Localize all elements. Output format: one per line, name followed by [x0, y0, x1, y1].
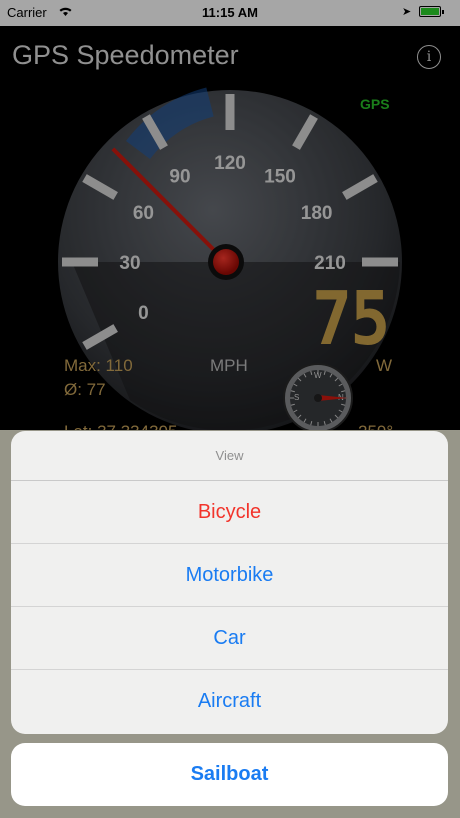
action-sheet: View Bicycle Motorbike Car Aircraft: [11, 431, 448, 734]
option-bicycle[interactable]: Bicycle: [11, 481, 448, 544]
option-sailboat-button[interactable]: Sailboat: [11, 743, 448, 806]
option-car[interactable]: Car: [11, 607, 448, 670]
option-motorbike[interactable]: Motorbike: [11, 544, 448, 607]
option-aircraft[interactable]: Aircraft: [11, 670, 448, 733]
action-sheet-title: View: [11, 431, 448, 481]
